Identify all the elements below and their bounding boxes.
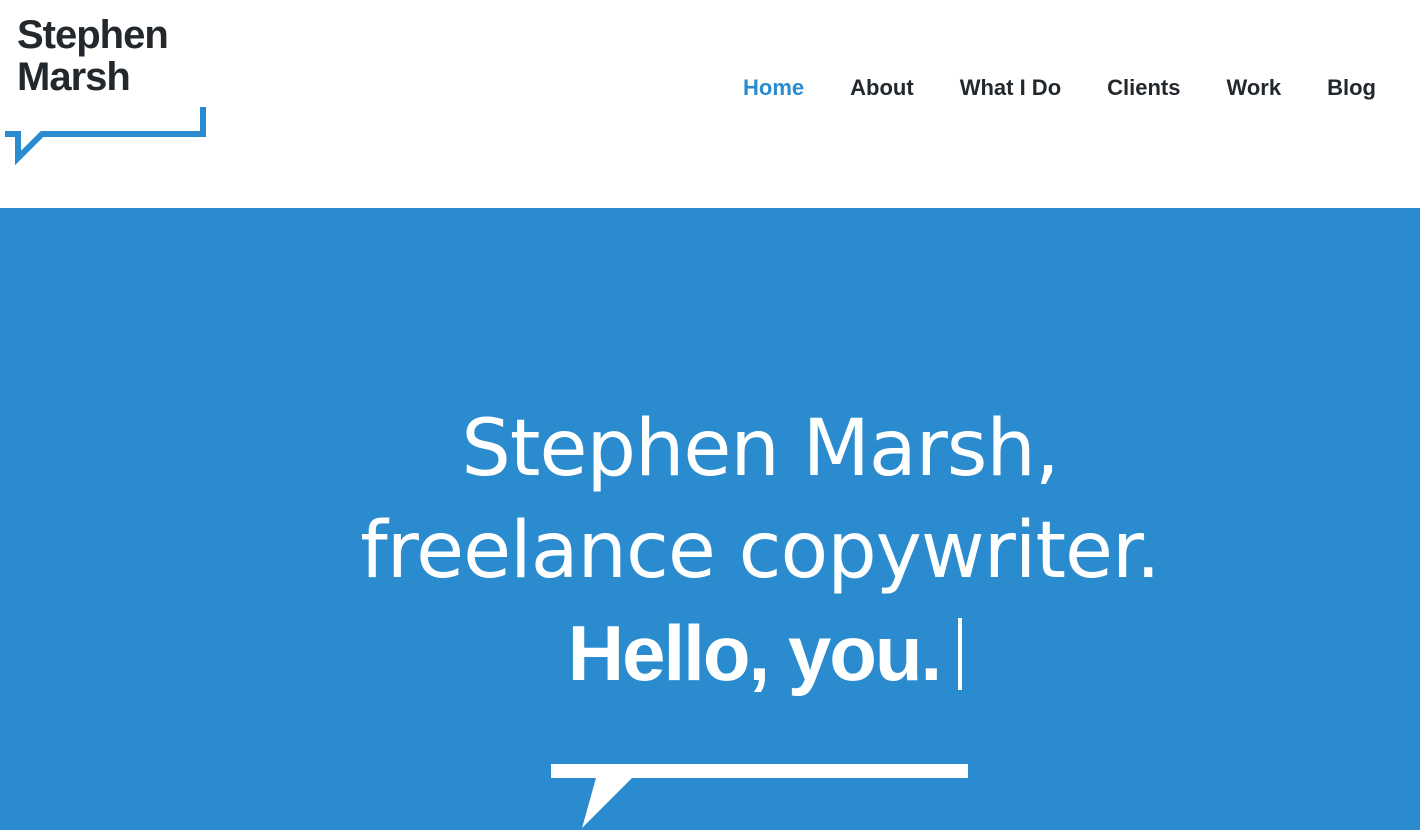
nav-what-i-do[interactable]: What I Do xyxy=(960,75,1061,101)
speech-bubble-icon xyxy=(551,764,968,828)
nav-work[interactable]: Work xyxy=(1227,75,1282,101)
nav-blog[interactable]: Blog xyxy=(1327,75,1376,101)
main-nav: Home About What I Do Clients Work Blog xyxy=(743,70,1420,106)
nav-about[interactable]: About xyxy=(850,75,914,101)
hero-section: Stephen Marsh, freelance copywriter. Hel… xyxy=(0,208,1420,830)
speech-bubble-icon xyxy=(5,107,206,166)
site-logo[interactable]: Stephen Marsh xyxy=(0,0,220,180)
site-header: Stephen Marsh Home About What I Do Clien… xyxy=(0,0,1420,208)
nav-clients[interactable]: Clients xyxy=(1107,75,1180,101)
nav-home[interactable]: Home xyxy=(743,75,804,101)
